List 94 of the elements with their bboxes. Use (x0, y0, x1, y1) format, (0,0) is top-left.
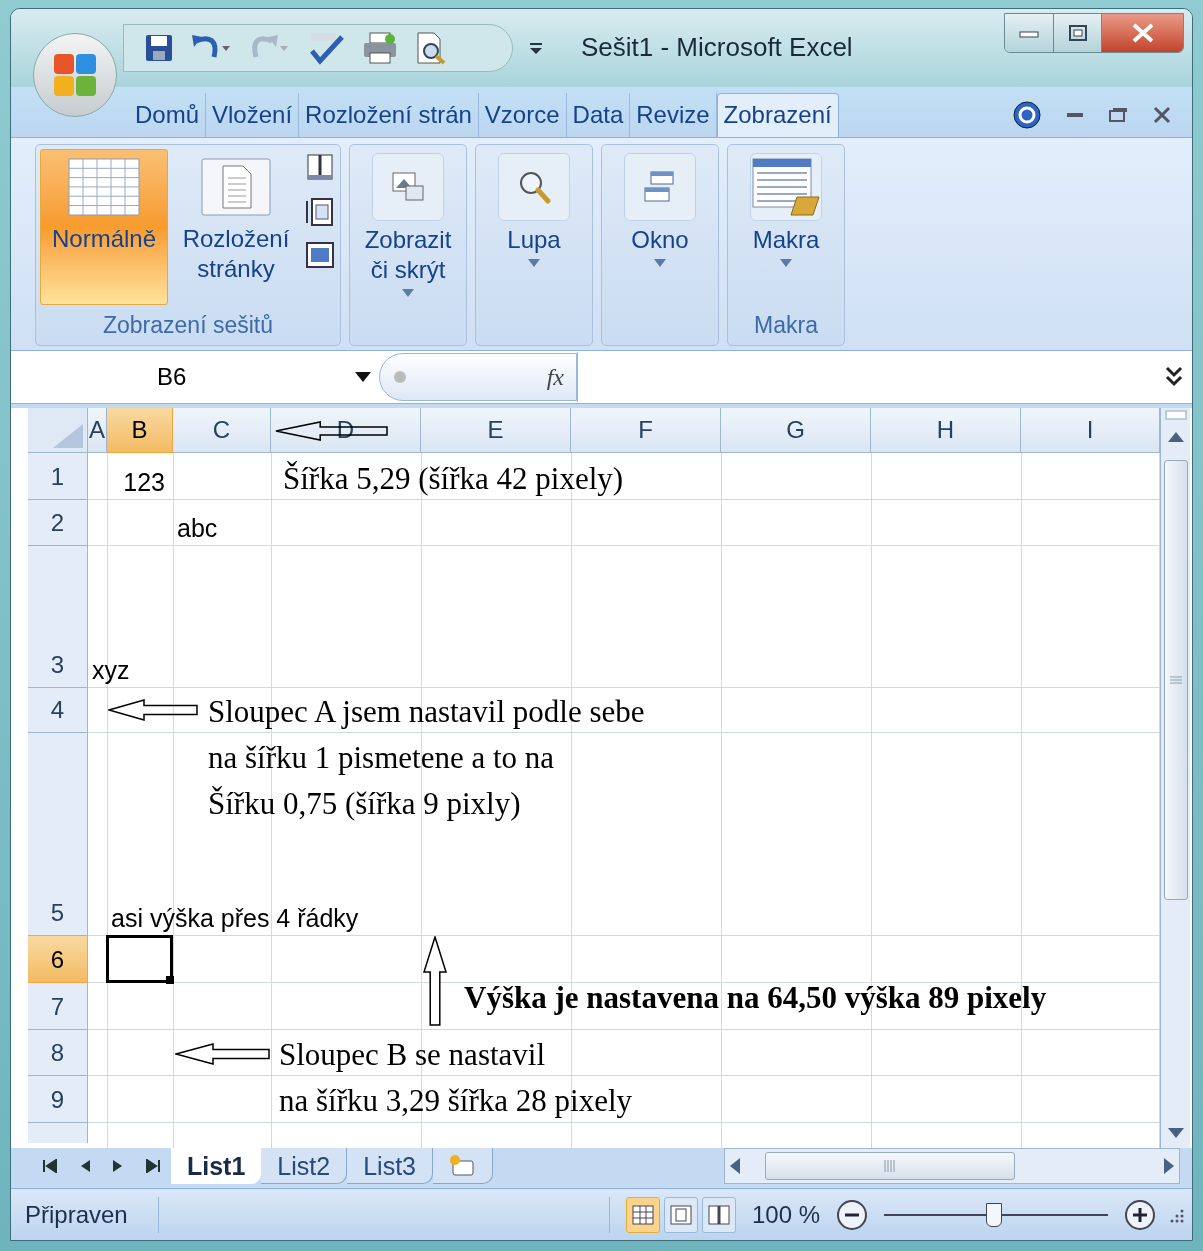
scrollbar-thumb[interactable] (765, 1152, 1015, 1181)
view-mode-button[interactable] (701, 1196, 736, 1233)
column-header[interactable]: I (1021, 408, 1160, 454)
caret-icon (654, 258, 666, 267)
full-screen-icon (304, 240, 336, 269)
row-header[interactable]: 3 (28, 546, 88, 689)
group-label: Zobrazení sešitů (103, 311, 273, 341)
ribbon-tab[interactable]: Vložení (206, 92, 300, 137)
scroll-left-icon[interactable] (729, 1157, 741, 1176)
ribbon-tab[interactable]: Revize (630, 92, 717, 137)
sheet-tab[interactable]: List2 (261, 1148, 348, 1185)
column-header[interactable]: G (721, 408, 871, 454)
grid-icon (68, 157, 140, 216)
menu-button[interactable]: Okno (606, 148, 714, 305)
note-text: Šířka 5,29 (šířka 42 pixely) (283, 460, 624, 499)
insert-function-button[interactable]: fx (546, 359, 564, 396)
caret-icon (402, 288, 414, 297)
show-hide-icon (390, 169, 426, 204)
active-cell-border[interactable] (106, 935, 173, 984)
print-preview-icon[interactable] (414, 30, 448, 65)
ribbon-tab[interactable]: Domů (129, 92, 207, 137)
page-icon (669, 1204, 692, 1225)
name-box[interactable]: B6 (11, 352, 379, 403)
fill-handle[interactable] (166, 976, 174, 985)
grip-icon (1168, 675, 1183, 686)
next-sheet-icon[interactable] (111, 1159, 124, 1174)
ribbon-tab[interactable]: Zobrazení (716, 92, 839, 137)
menu-button[interactable]: Lupa (480, 148, 588, 305)
view-mode-button[interactable] (625, 1196, 660, 1233)
column-header[interactable]: B (107, 408, 173, 454)
column-header[interactable]: H (871, 408, 1021, 454)
row-header[interactable]: 7 (28, 983, 88, 1031)
close-button[interactable] (1101, 14, 1183, 52)
help-icon[interactable] (1012, 99, 1042, 130)
printer-icon[interactable] (362, 30, 398, 65)
row-header[interactable]: 6 (28, 936, 88, 984)
row-header[interactable]: 5 (28, 733, 88, 937)
window-title: Sešit1 - Microsoft Excel (581, 31, 853, 65)
cell-text: asi výška přes 4 řádky (111, 903, 359, 935)
column-header[interactable]: A (88, 408, 107, 454)
view-button[interactable]: Rozložení stránky (172, 148, 300, 305)
column-header[interactable]: E (421, 408, 571, 454)
column-header[interactable]: F (571, 408, 721, 454)
zoom-level: 100 % (751, 1199, 820, 1230)
insert-sheet-button[interactable] (433, 1148, 493, 1185)
corner-triangle-icon (53, 424, 83, 449)
column-header[interactable]: C (173, 408, 271, 454)
row-header[interactable]: 4 (28, 688, 88, 734)
group-label: Makra (754, 311, 818, 341)
minimize-icon[interactable] (1066, 111, 1084, 118)
row-header[interactable]: 2 (28, 500, 88, 547)
scrollbar-thumb[interactable] (1163, 460, 1188, 901)
menu-button[interactable]: Makra (732, 148, 840, 305)
last-sheet-icon[interactable] (144, 1159, 161, 1174)
note-text: Sloupec A jsem nastavil podle sebe na šířku 1 pismetene a to na Šířku 0,75 (šířka 9 pixly) (208, 693, 645, 824)
cell-text: xyz (92, 655, 130, 687)
page-break-icon (707, 1204, 730, 1225)
note-text: Sloupec B se nastavil na šířku 3,29 šířka 28 pixely (279, 1036, 632, 1121)
ribbon-tab[interactable]: Vzorce (478, 92, 567, 137)
caret-icon (528, 258, 540, 267)
minimize-icon (1019, 28, 1039, 38)
circle-icon (392, 369, 408, 386)
status-text: Připraven (11, 1196, 159, 1233)
note-text: Výška je nastavena na 64,50 výška 89 pixely (464, 979, 1047, 1018)
zoom-in-icon[interactable] (1124, 1198, 1156, 1231)
page-icon (201, 157, 271, 216)
page-break-icon (304, 152, 336, 183)
sheet-tab[interactable]: List3 (347, 1148, 433, 1185)
dropdown-arrow-icon (355, 372, 371, 383)
maximize-icon (1067, 24, 1088, 42)
scroll-right-icon[interactable] (1163, 1157, 1175, 1176)
menu-button[interactable]: Zobrazit či skrýt (354, 148, 462, 305)
cell-text: 123 (123, 467, 165, 499)
grid-icon (631, 1204, 654, 1225)
customize-toolbar-icon[interactable] (529, 40, 543, 55)
first-sheet-icon[interactable] (41, 1159, 58, 1174)
row-header[interactable]: 8 (28, 1030, 88, 1077)
close-icon[interactable] (1152, 104, 1172, 125)
close-icon (1130, 22, 1155, 44)
restore-icon[interactable] (1108, 106, 1128, 123)
save-icon[interactable] (144, 32, 174, 63)
ribbon-tab[interactable]: Rozložení strán (299, 92, 479, 137)
ribbon-tab[interactable]: Data (566, 92, 631, 137)
maximize-button[interactable] (1053, 14, 1101, 52)
view-button[interactable]: Normálně (40, 148, 168, 305)
row-header[interactable]: 9 (28, 1076, 88, 1124)
caret-icon (780, 258, 792, 267)
scroll-up-icon[interactable] (1166, 430, 1185, 445)
row-header[interactable]: 1 (28, 453, 88, 501)
grip-icon (883, 1159, 897, 1174)
zoom-out-icon[interactable] (836, 1198, 868, 1231)
zoom-slider-thumb[interactable] (985, 1202, 1002, 1227)
sheet-tab[interactable]: List1 (171, 1148, 262, 1185)
cell-text: abc (177, 513, 218, 545)
